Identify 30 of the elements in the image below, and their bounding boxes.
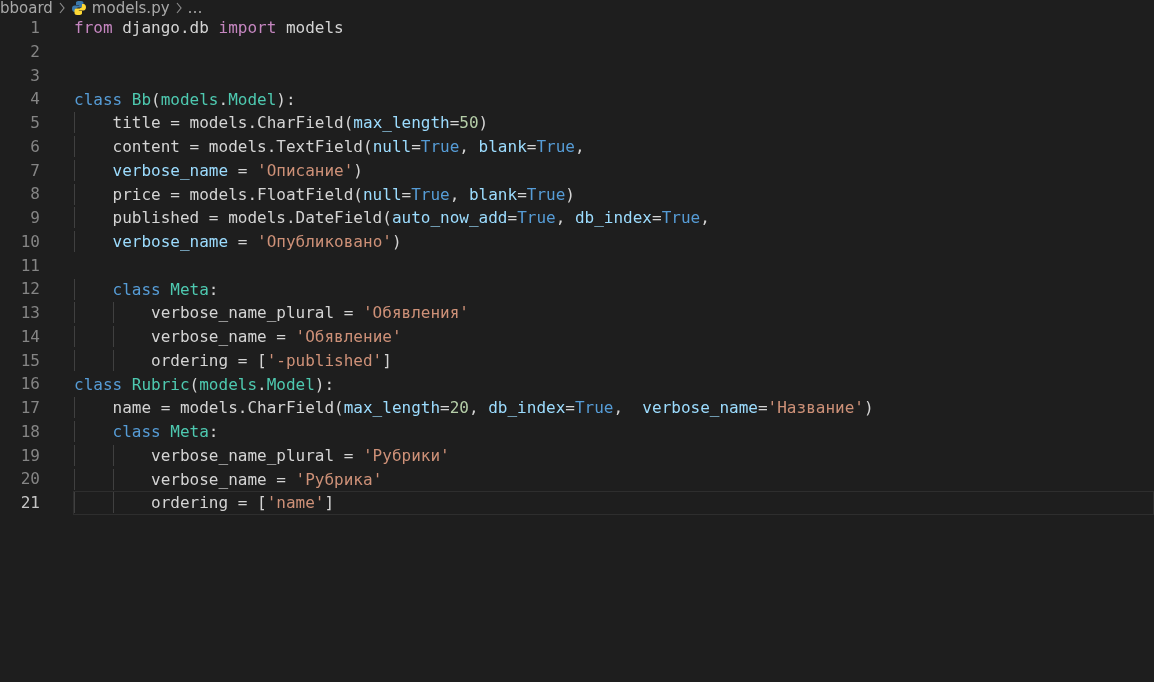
line-number: 3 bbox=[29, 64, 40, 87]
breadcrumb-file[interactable]: models.py bbox=[91, 0, 170, 16]
chevron-icon bbox=[174, 2, 183, 14]
line-number: 18 bbox=[19, 420, 40, 443]
code-line: class Rubric(models.Model): bbox=[74, 373, 335, 395]
line-number: 15 bbox=[19, 349, 40, 372]
line-number: 6 bbox=[29, 135, 40, 158]
line-number: 1 bbox=[29, 17, 40, 39]
line-number: 16 bbox=[19, 373, 40, 396]
line-number: 7 bbox=[29, 159, 40, 182]
line-number: 9 bbox=[29, 207, 40, 229]
line-number: 12 bbox=[19, 278, 40, 301]
chevron-icon bbox=[57, 2, 66, 14]
python-icon bbox=[70, 0, 87, 16]
breadcrumb-more[interactable]: … bbox=[187, 0, 203, 16]
line-number: 17 bbox=[19, 397, 40, 419]
code-line: from django.db import models bbox=[74, 17, 344, 39]
line-number: 13 bbox=[19, 302, 40, 324]
line-number: 2 bbox=[29, 40, 40, 63]
line-number: 20 bbox=[19, 468, 40, 491]
line-number: 8 bbox=[29, 183, 40, 206]
line-number: 19 bbox=[19, 444, 40, 467]
line-number: 5 bbox=[29, 112, 40, 134]
breadcrumb-folder[interactable]: bboard bbox=[0, 0, 53, 16]
line-number: 14 bbox=[19, 325, 40, 348]
line-number: 21 bbox=[19, 492, 40, 514]
line-number: 10 bbox=[19, 230, 40, 253]
line-number: 4 bbox=[29, 88, 40, 111]
code-line: class Bb(models.Model): bbox=[74, 88, 296, 110]
line-number: 11 bbox=[19, 254, 40, 277]
